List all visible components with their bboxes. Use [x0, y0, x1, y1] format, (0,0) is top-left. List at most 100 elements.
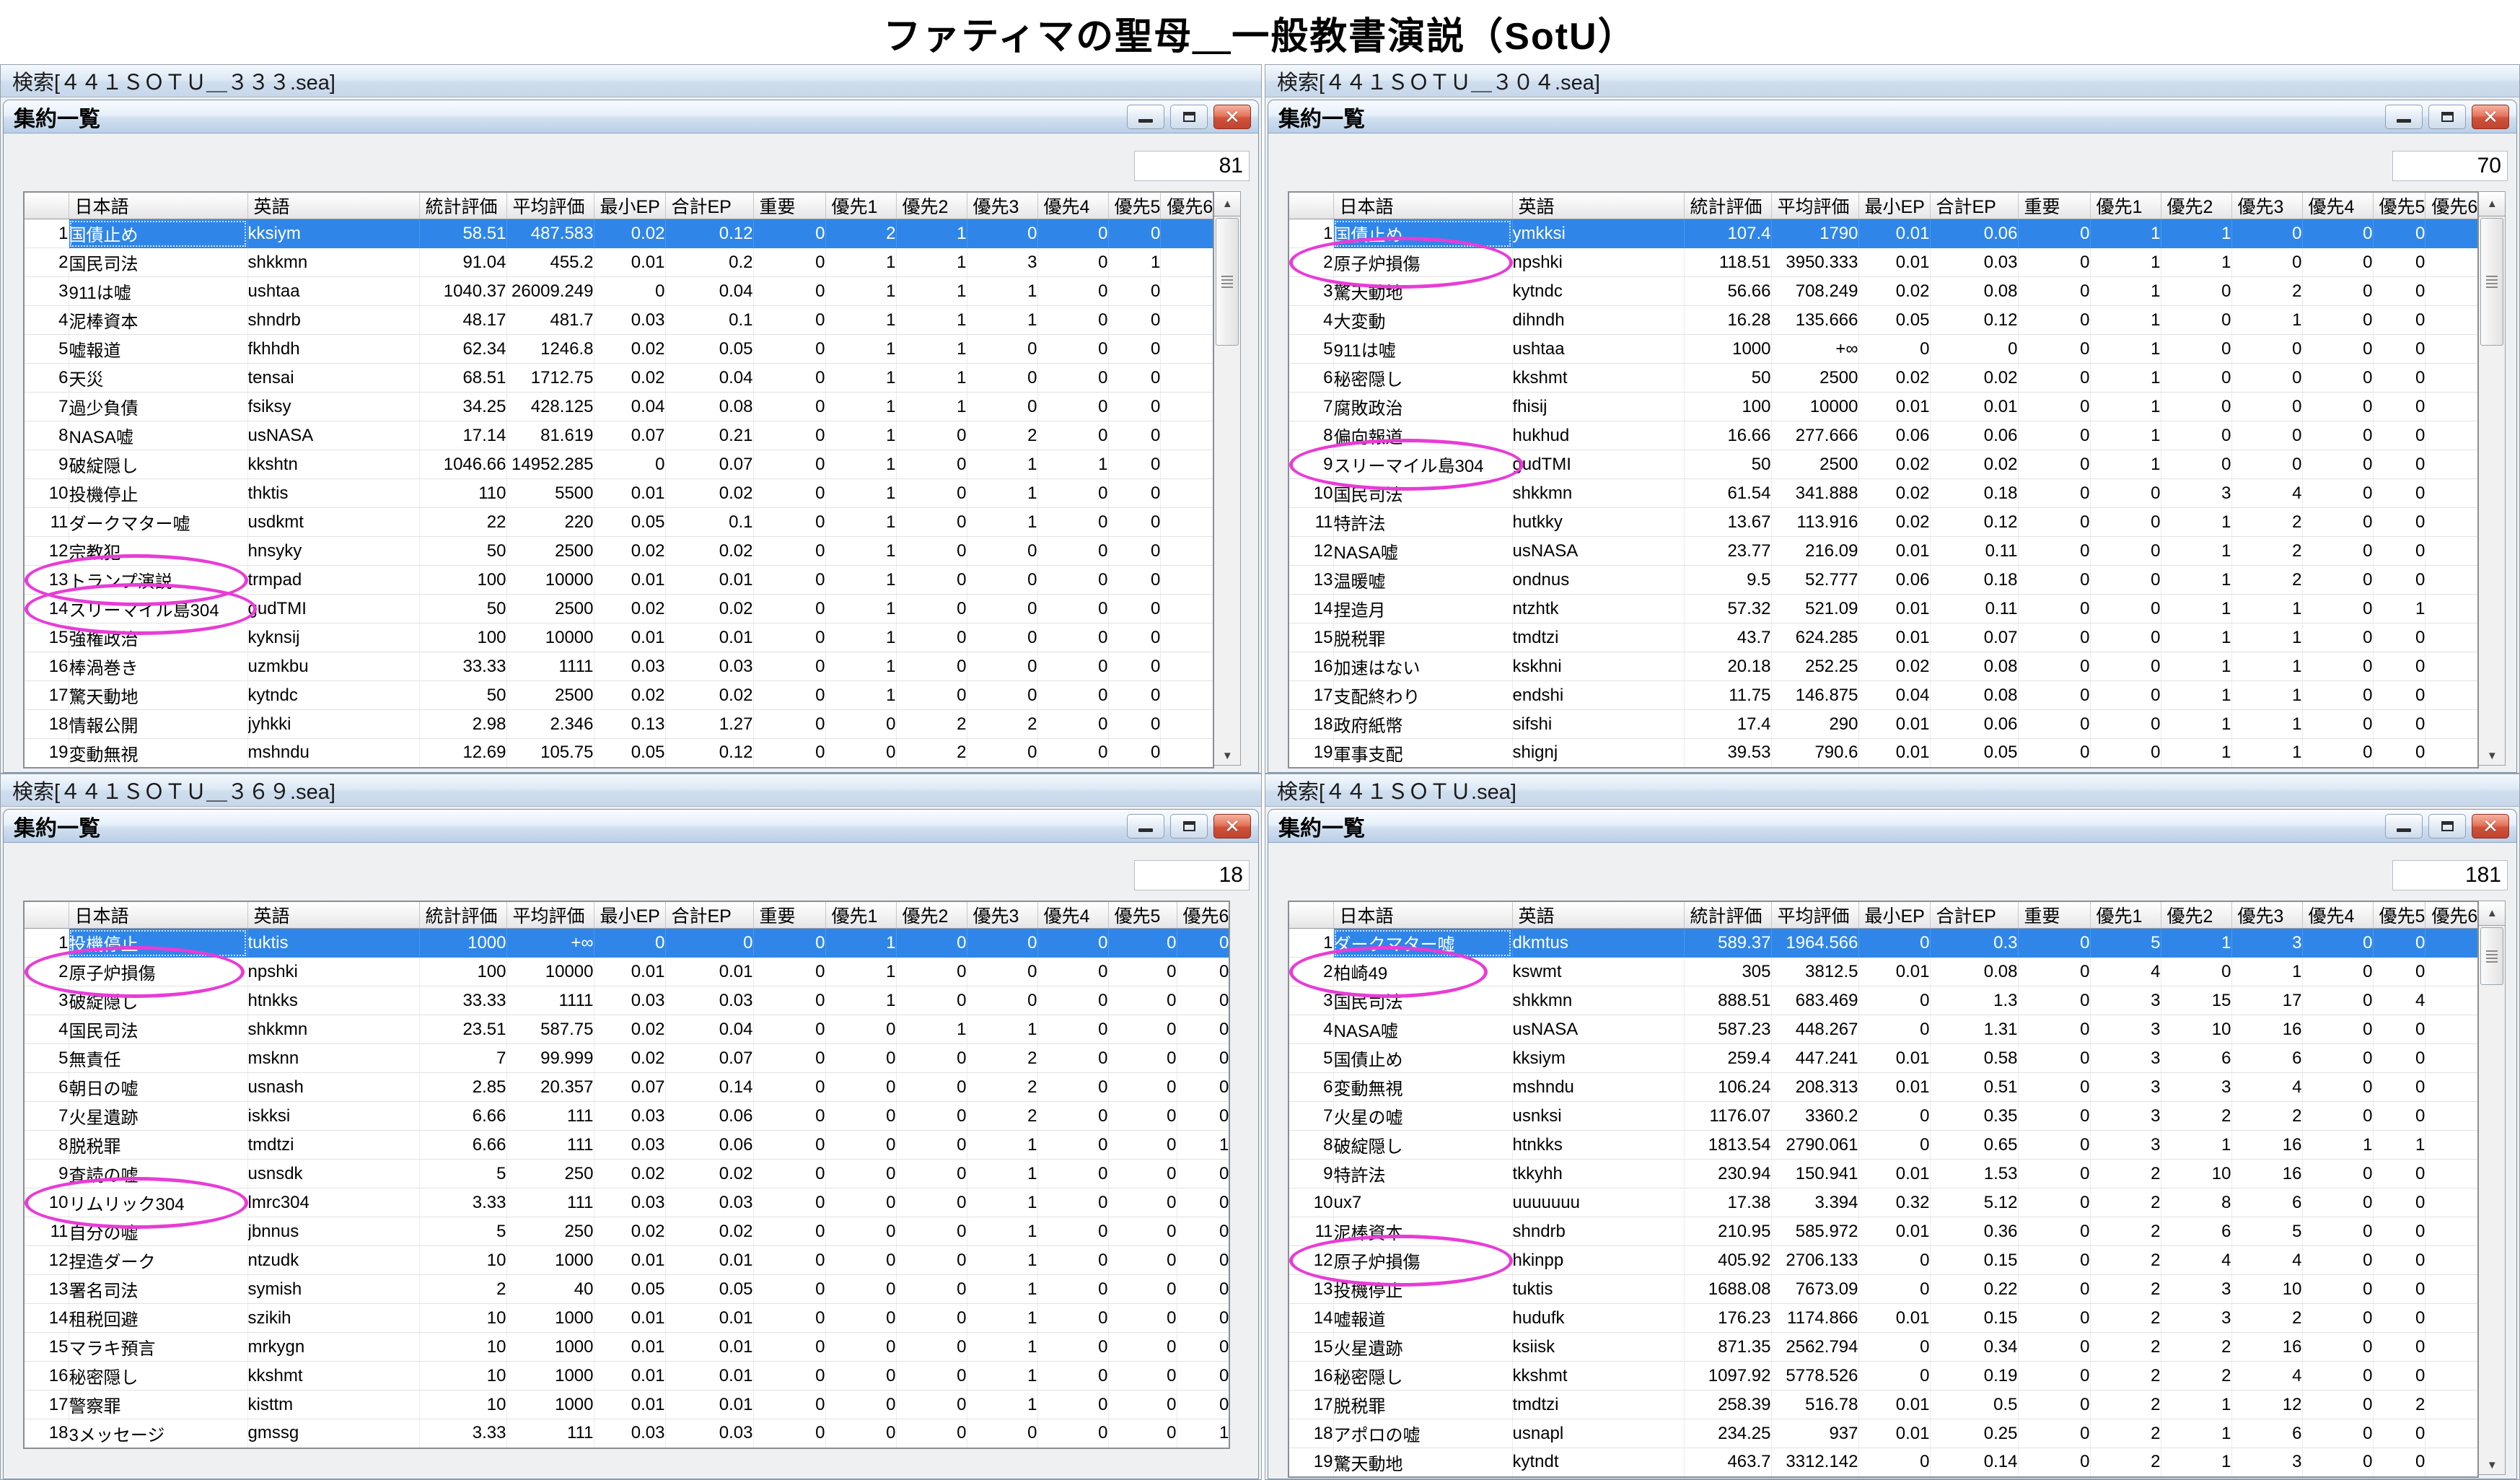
column-header-p1[interactable]: 優先1: [825, 901, 896, 929]
cell-ja[interactable]: 過少負債: [69, 393, 247, 421]
cell-en[interactable]: usdkmt: [247, 508, 419, 537]
cell-sumep[interactable]: 0.02: [1930, 364, 2018, 393]
cell-avg[interactable]: 14952.285: [506, 450, 594, 479]
cell-p2[interactable]: 0: [896, 508, 967, 537]
scrollbar-thumb[interactable]: [1216, 218, 1239, 346]
cell-avg[interactable]: 521.09: [1771, 595, 1858, 623]
cell-stat[interactable]: 48.17: [419, 306, 506, 335]
cell-p5[interactable]: 0: [1108, 306, 1161, 335]
cell-p5[interactable]: 0: [1108, 537, 1161, 566]
cell-stat[interactable]: 1046.66: [419, 450, 506, 479]
cell-ja[interactable]: 投機停止: [69, 929, 247, 958]
cell-p4[interactable]: 0: [1037, 421, 1108, 450]
cell-p5[interactable]: 0: [1108, 566, 1161, 595]
cell-p4[interactable]: 0: [2302, 710, 2373, 739]
cell-stat[interactable]: 17.38: [1684, 1188, 1771, 1217]
cell-avg[interactable]: 3812.5: [1771, 958, 1858, 986]
cell-p4[interactable]: 0: [1037, 219, 1108, 248]
cell-p6[interactable]: [2425, 1188, 2478, 1217]
cell-avg[interactable]: 587.75: [506, 1015, 594, 1044]
cell-p3[interactable]: 1: [967, 1160, 1037, 1188]
cell-en[interactable]: kytndt: [1512, 1448, 1684, 1477]
cell-p1[interactable]: 1: [825, 306, 896, 335]
cell-ja[interactable]: 国民司法: [69, 248, 247, 277]
cell-p5[interactable]: 0: [1108, 450, 1161, 479]
cell-p4[interactable]: 0: [2302, 958, 2373, 986]
cell-p2[interactable]: 0: [896, 1275, 967, 1304]
cell-p3[interactable]: 1: [2231, 958, 2302, 986]
cell-sumep[interactable]: 0.08: [1930, 681, 2018, 710]
cell-ja[interactable]: トランプ演説: [69, 566, 247, 595]
cell-avg[interactable]: 277.666: [1771, 421, 1858, 450]
cell-sumep[interactable]: 0.15: [1930, 1304, 2018, 1333]
cell-stat[interactable]: 587.23: [1684, 1015, 1771, 1044]
cell-ja[interactable]: 変動無視: [69, 739, 247, 768]
cell-minep[interactable]: 0: [1858, 1333, 1930, 1362]
row-number[interactable]: 14: [1288, 1304, 1333, 1333]
cell-en[interactable]: kytndc: [247, 681, 419, 710]
minimize-button[interactable]: [2385, 814, 2423, 838]
cell-stat[interactable]: 23.77: [1684, 537, 1771, 566]
cell-p2[interactable]: 8: [2161, 1188, 2231, 1217]
cell-sumep[interactable]: 0.07: [665, 1044, 753, 1073]
cell-en[interactable]: kkshmt: [1512, 364, 1684, 393]
cell-p1[interactable]: 0: [2090, 710, 2161, 739]
cell-imp[interactable]: 0: [2018, 1275, 2090, 1304]
cell-sumep[interactable]: 0.19: [1930, 1362, 2018, 1391]
cell-p5[interactable]: 0: [2373, 710, 2425, 739]
cell-minep[interactable]: 0.01: [594, 1304, 665, 1333]
cell-avg[interactable]: 2500: [506, 537, 594, 566]
cell-ja[interactable]: 泥棒資本: [69, 306, 247, 335]
cell-p1[interactable]: 1: [825, 450, 896, 479]
cell-minep[interactable]: 0.02: [1858, 508, 1930, 537]
cell-p4[interactable]: 0: [1037, 1131, 1108, 1160]
cell-avg[interactable]: +∞: [1771, 335, 1858, 364]
cell-p4[interactable]: 0: [2302, 364, 2373, 393]
cell-ja[interactable]: 国債止め: [1333, 219, 1512, 248]
cell-sumep[interactable]: 0.05: [665, 1275, 753, 1304]
cell-stat[interactable]: 22: [419, 508, 506, 537]
cell-imp[interactable]: 0: [753, 450, 825, 479]
row-number[interactable]: 14: [1288, 595, 1333, 623]
row-number[interactable]: 8: [1288, 1131, 1333, 1160]
cell-p1[interactable]: 0: [825, 1188, 896, 1217]
cell-avg[interactable]: 5778.526: [1771, 1362, 1858, 1391]
cell-imp[interactable]: 0: [2018, 623, 2090, 652]
cell-p5[interactable]: 0: [2373, 1419, 2425, 1448]
cell-stat[interactable]: 50: [1684, 364, 1771, 393]
cell-stat[interactable]: 50: [419, 537, 506, 566]
cell-p4[interactable]: 0: [1037, 1362, 1108, 1391]
cell-p3[interactable]: 6: [2231, 1419, 2302, 1448]
cell-p5[interactable]: 0: [2373, 1304, 2425, 1333]
cell-p5[interactable]: 0: [1108, 335, 1161, 364]
row-number[interactable]: 12: [1288, 1246, 1333, 1275]
cell-imp[interactable]: 0: [2018, 277, 2090, 306]
column-header-minep[interactable]: 最小EP: [1858, 192, 1930, 219]
row-number[interactable]: 16: [1288, 1362, 1333, 1391]
cell-stat[interactable]: 57.32: [1684, 595, 1771, 623]
cell-p2[interactable]: 1: [896, 219, 967, 248]
cell-stat[interactable]: 100: [1684, 393, 1771, 421]
cell-p1[interactable]: 1: [825, 623, 896, 652]
column-header-imp[interactable]: 重要: [2018, 192, 2090, 219]
cell-imp[interactable]: 0: [753, 1362, 825, 1391]
cell-en[interactable]: uzmkbu: [247, 652, 419, 681]
cell-avg[interactable]: 105.75: [506, 739, 594, 768]
cell-imp[interactable]: 0: [2018, 1419, 2090, 1448]
cell-en[interactable]: fhisij: [1512, 393, 1684, 421]
cell-en[interactable]: hudufk: [1512, 1304, 1684, 1333]
cell-p4[interactable]: 0: [2302, 537, 2373, 566]
cell-avg[interactable]: 111: [506, 1188, 594, 1217]
cell-p2[interactable]: 3: [2161, 479, 2231, 508]
cell-p3[interactable]: 16: [2231, 1015, 2302, 1044]
cell-minep[interactable]: 0.01: [1858, 595, 1930, 623]
cell-sumep[interactable]: 0.21: [665, 421, 753, 450]
cell-p3[interactable]: 4: [2231, 1246, 2302, 1275]
cell-p4[interactable]: 0: [2302, 986, 2373, 1015]
cell-p3[interactable]: 1: [967, 508, 1037, 537]
cell-avg[interactable]: 2500: [1771, 450, 1858, 479]
cell-p2[interactable]: 2: [896, 710, 967, 739]
cell-p4[interactable]: 0: [1037, 929, 1108, 958]
cell-avg[interactable]: 3950.333: [1771, 248, 1858, 277]
cell-p5[interactable]: 0: [2373, 537, 2425, 566]
